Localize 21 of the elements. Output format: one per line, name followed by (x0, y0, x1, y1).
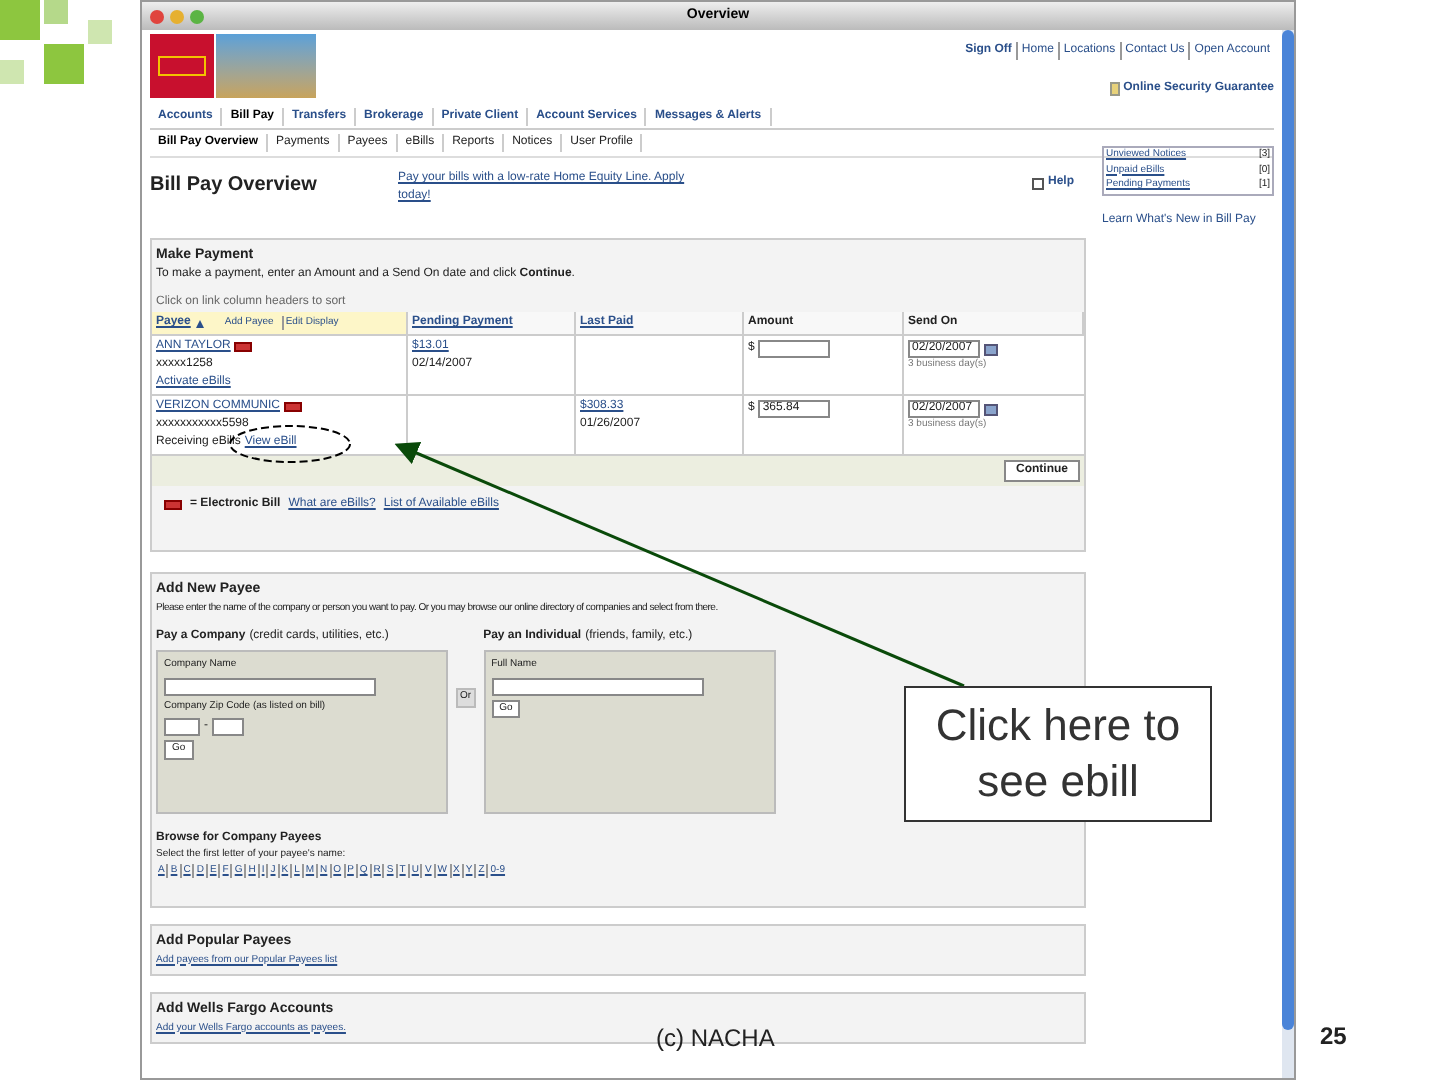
ebill-icon (284, 402, 302, 412)
footer-text: (c) NACHA (656, 1022, 775, 1056)
stagecoach-picture (216, 34, 316, 98)
calendar-icon[interactable] (984, 343, 998, 355)
page-title: Bill Pay Overview (150, 172, 319, 200)
callout-text: Click here to see ebill (934, 698, 1182, 810)
amount-field[interactable] (758, 340, 831, 358)
name-field[interactable] (491, 677, 704, 695)
ebill-icon (164, 500, 182, 510)
sort-icon (196, 319, 205, 327)
bank-logo (150, 34, 214, 98)
calendar-icon[interactable] (984, 403, 998, 415)
ebill-icon (234, 342, 253, 352)
zip-field[interactable] (164, 718, 200, 736)
slide-number: 25 (1320, 1020, 1347, 1054)
lock-icon (1109, 82, 1120, 96)
zip-extension-field[interactable] (212, 718, 244, 736)
help-icon (1031, 177, 1044, 189)
name-field[interactable] (164, 677, 376, 695)
zoom-button[interactable] (190, 9, 204, 23)
close-button[interactable] (150, 9, 164, 23)
